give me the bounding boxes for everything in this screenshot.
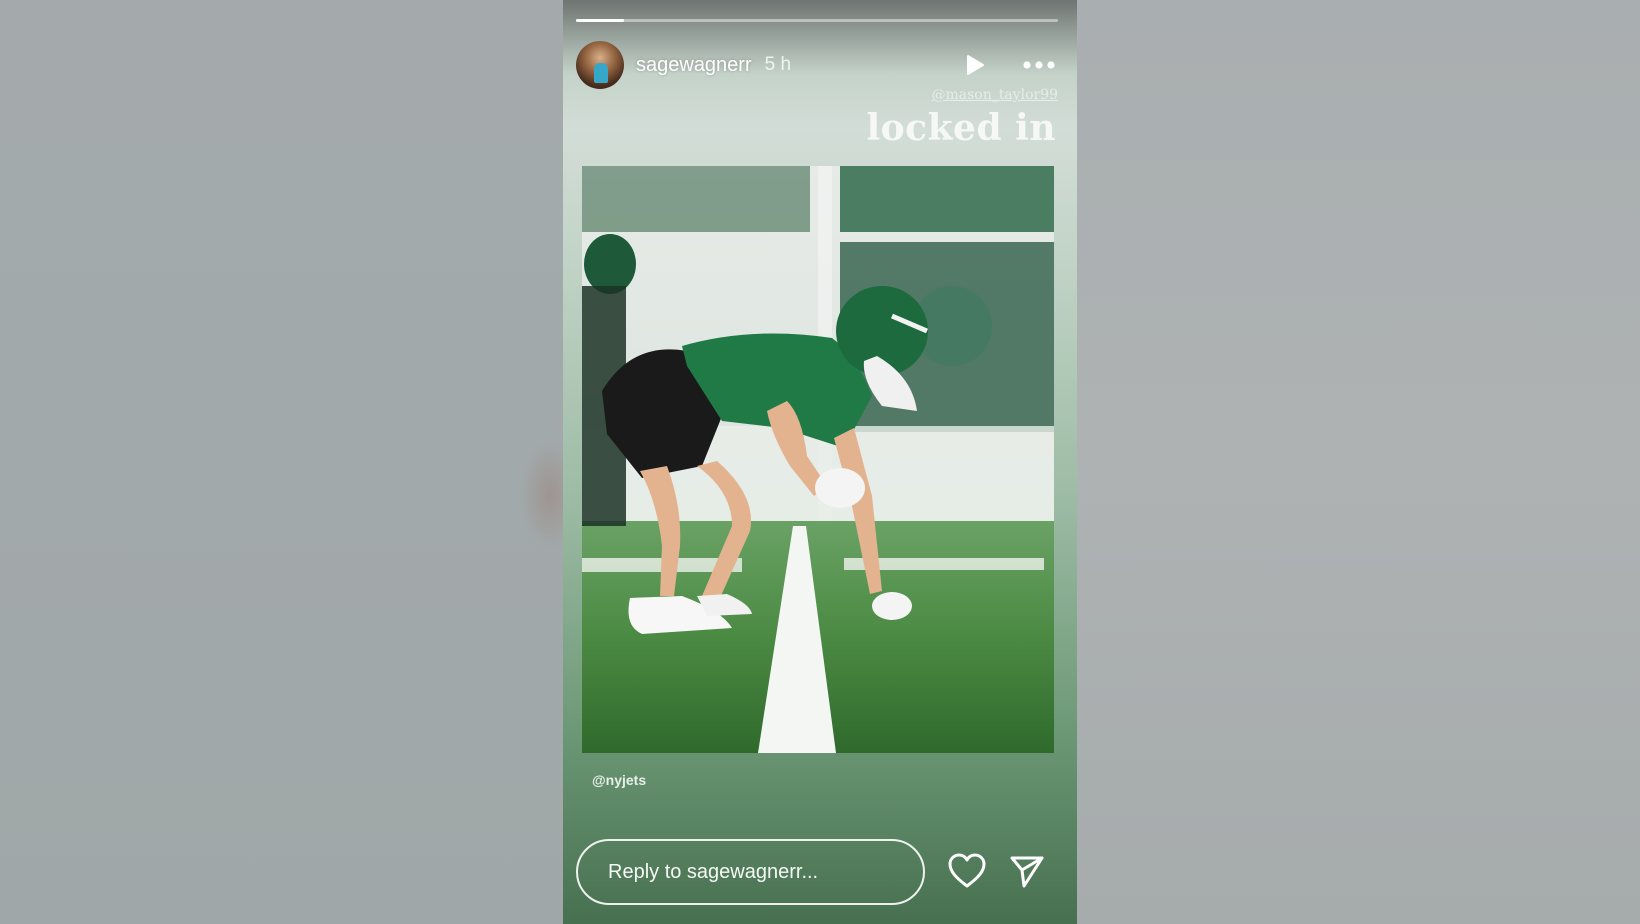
send-icon (1010, 856, 1044, 888)
reply-placeholder: Reply to sagewagnerr... (608, 860, 819, 883)
more-horizontal-icon (1023, 61, 1055, 69)
username[interactable]: sagewagnerr (636, 54, 752, 77)
story-photo (582, 166, 1054, 753)
photo-credit-mention[interactable]: @nyjets (592, 772, 646, 788)
story-progress-bar (576, 19, 1058, 22)
mention-sticker[interactable]: @mason_taylor99 (893, 87, 1058, 103)
play-button[interactable] (963, 53, 987, 77)
story-timestamp: 5 h (764, 54, 792, 75)
more-options-button[interactable] (1022, 53, 1056, 77)
avatar[interactable] (576, 41, 624, 89)
story-viewer[interactable]: sagewagnerr 5 h @mason_taylor99 locked i… (563, 0, 1077, 924)
football-player-illustration (582, 166, 1054, 753)
share-button[interactable] (1009, 853, 1045, 889)
heart-icon (948, 853, 986, 888)
reply-input[interactable]: Reply to sagewagnerr... (576, 839, 925, 905)
story-progress-fill (576, 19, 625, 22)
story-header: sagewagnerr 5 h (576, 40, 1058, 90)
blurred-backdrop-right (1077, 0, 1640, 924)
like-button[interactable] (948, 853, 986, 889)
story-caption: locked in (866, 107, 1056, 149)
blurred-backdrop-left (0, 0, 563, 924)
play-icon (967, 55, 984, 75)
